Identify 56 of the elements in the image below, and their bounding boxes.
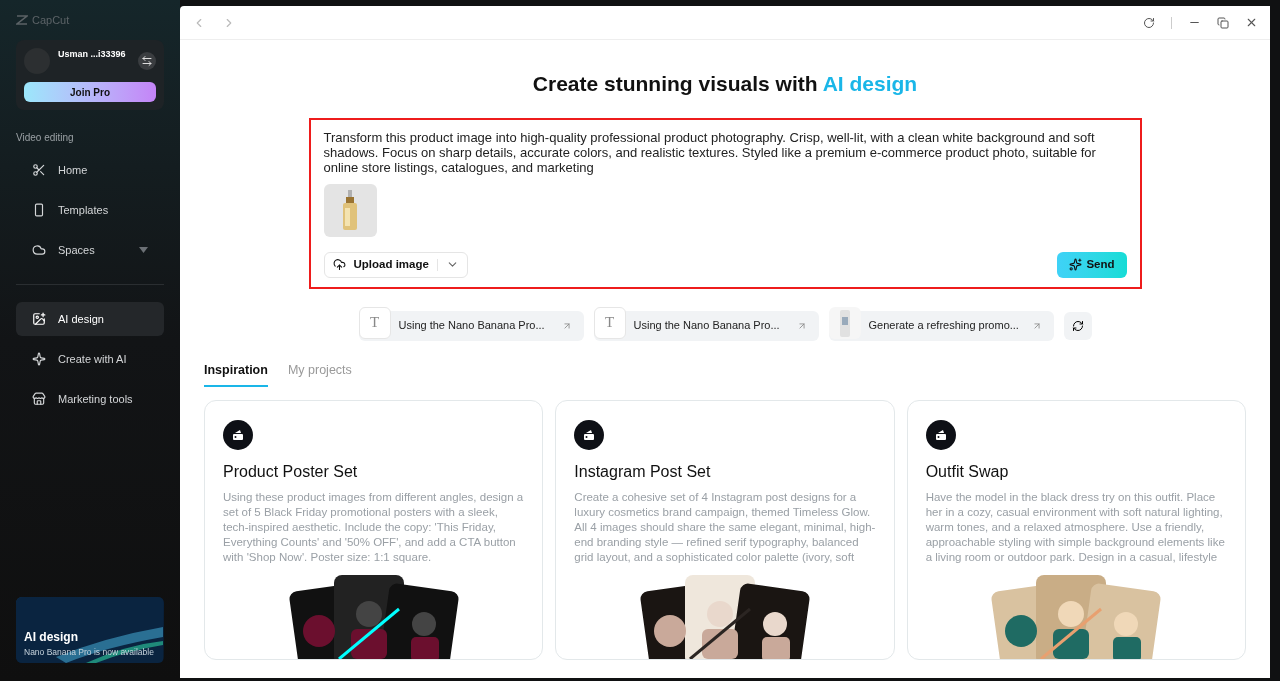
logo-icon (16, 15, 28, 25)
card-description: Have the model in the black dress try on this outfit. Place her in a cozy, casual environment with soft natural lighting, warm tones, and a relaxed atmosphere. Use a friendly, approachable styling with simple background elements like a living room or outdoor park. Design in a casual, lifestyle (925, 489, 1226, 565)
text-icon: T (593, 306, 626, 339)
tag-icon (925, 419, 956, 450)
text-icon: T (358, 306, 391, 339)
suggestion-text: Using the Nano Banana Pro... (633, 318, 781, 334)
app-logo: CapCut (32, 12, 70, 28)
phone-icon (32, 203, 46, 217)
sidebar-item[interactable]: Home (16, 153, 164, 187)
promo-title: AI design (24, 629, 79, 647)
inspiration-card[interactable] (555, 399, 895, 660)
card-description: Create a cohesive set of 4 Instagram post designs for a luxury cosmetics brand campaign, themed Timeless Glow. All 4 images should share the same elegant, minimal, high-end branding style — refined serif typography, balanced grid layout, and a sophisticated color palette (ivory, soft (574, 489, 876, 565)
sidebar-item[interactable]: Spaces (16, 233, 164, 267)
promo-subtitle: Nano Banana Pro is now available (24, 646, 155, 659)
arrow-icon (796, 320, 807, 331)
prompt-input[interactable]: Transform this product image into high-quality professional product photography. Crisp, well-lit, with a clean white background and soft shadows. Focus on sharp details, accurate colors, and realistic textures. Styled like a premium e-commerce product photo, suitable for online store listings, catalogues, and marketing (323, 129, 1127, 175)
suggestion-text: Generate a refreshing promo... (868, 318, 1020, 334)
suggestion-chip[interactable]: Generate a refreshing promo... (828, 310, 1054, 341)
sparkle-icon (32, 352, 46, 366)
sparkle-icon (1069, 258, 1083, 271)
card-title: Product Poster Set (223, 461, 359, 482)
image-sparkle-icon (32, 312, 46, 326)
suggestion-chip[interactable]: T Using the Nano Banana Pro... (593, 310, 819, 341)
card-title: Instagram Post Set (574, 461, 712, 482)
inspiration-card[interactable] (204, 399, 544, 660)
reload-icon[interactable] (1143, 16, 1155, 29)
suggestion-text: Using the Nano Banana Pro... (398, 318, 546, 334)
page-heading: Create stunning visuals with AI design (532, 71, 918, 97)
arrow-icon (1031, 320, 1042, 331)
arrow-icon (561, 320, 572, 331)
section-label: Video editing (16, 131, 75, 145)
close-icon[interactable] (1245, 16, 1258, 29)
sidebar-item[interactable]: Marketing tools (16, 382, 164, 416)
restore-icon[interactable] (1217, 16, 1229, 29)
inspiration-card[interactable] (906, 399, 1246, 660)
suggestion-chip[interactable]: T Using the Nano Banana Pro... (358, 310, 584, 341)
send-button[interactable]: Send (1057, 251, 1127, 278)
upload-image-button[interactable]: Upload image (323, 251, 468, 278)
cloud-icon (32, 243, 46, 257)
scissors-icon (32, 163, 46, 177)
card-title: Outfit Swap (925, 461, 1010, 482)
card-description: Using these product images from different angles, design a set of 5 Black Friday promotional posters with a sleek, tech-inspired aesthetic. Include the copy: 'This Friday, Everything Counts' and '50% OFF', and add a CTA button with 'Shop Now'. Poster size: 1:1 square. (223, 489, 525, 565)
tab[interactable]: Inspiration (204, 356, 268, 387)
tag-icon (223, 419, 253, 450)
join-pro-button[interactable]: Join Pro (24, 82, 156, 102)
sidebar-item[interactable]: AI design (16, 302, 164, 336)
sidebar-item[interactable]: Create with AI (16, 342, 164, 376)
promo-banner[interactable]: AI design Nano Banana Pro is now available (16, 597, 164, 663)
store-icon (32, 392, 46, 406)
switch-account-icon[interactable] (138, 52, 156, 70)
account-name: Usman ...i33396 (58, 48, 127, 61)
sidebar-item[interactable]: Templates (16, 193, 164, 227)
tag-icon (574, 419, 605, 450)
upload-icon (332, 258, 346, 271)
refresh-icon (1071, 319, 1084, 332)
refresh-button[interactable] (1063, 311, 1092, 340)
